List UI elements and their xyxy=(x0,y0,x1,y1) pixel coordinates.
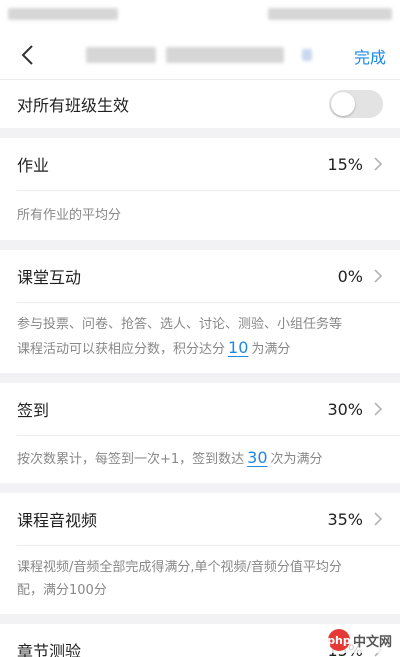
section-percent: 35% xyxy=(327,509,363,529)
section-media-header[interactable]: 课程音视频 35% xyxy=(0,493,400,545)
chevron-right-icon xyxy=(374,157,383,171)
section-checkin: 签到 30% 按次数累计，每签到一次+1，签到数达 30 次为满分 xyxy=(0,383,400,483)
back-button[interactable] xyxy=(12,40,42,70)
status-right-blurred xyxy=(268,8,392,20)
section-media: 课程音视频 35% 课程视频/音频全部完成得满分,单个视频/音频分值平均分 配，… xyxy=(0,493,400,614)
section-title: 章节测验 xyxy=(17,642,82,657)
section-title: 签到 xyxy=(17,401,50,420)
section-description: 所有作业的平均分 xyxy=(17,208,122,223)
watermark: php 中文网 xyxy=(323,627,396,653)
section-percent: 0% xyxy=(337,266,363,286)
php-logo-icon: php xyxy=(327,629,351,651)
chevron-left-icon xyxy=(21,45,33,65)
switch-knob xyxy=(331,92,355,116)
checkin-count-value[interactable]: 30 xyxy=(244,448,270,467)
max-points-value[interactable]: 10 xyxy=(225,338,251,357)
section-description: 课程视频/音频全部完成得满分,单个视频/音频分值平均分 配，满分100分 xyxy=(17,560,342,598)
section-percent: 15% xyxy=(327,154,363,174)
watermark-text: 中文网 xyxy=(352,634,392,650)
section-description: 按次数累计，每签到一次+1，签到数达 30 次为满分 xyxy=(17,448,323,467)
section-title: 课程音视频 xyxy=(17,511,98,530)
section-homework: 作业 15% 所有作业的平均分 xyxy=(0,138,400,240)
section-description: 参与投票、问卷、抢答、选人、讨论、测验、小组任务等 课程活动可以获相应分数，积分… xyxy=(17,317,343,357)
section-title: 课堂互动 xyxy=(17,268,82,287)
section-percent: 30% xyxy=(327,399,363,419)
done-button[interactable]: 完成 xyxy=(354,44,386,68)
apply-all-switch[interactable] xyxy=(329,90,383,118)
chevron-right-icon xyxy=(374,269,383,283)
status-bar xyxy=(0,0,400,28)
section-interaction: 课堂互动 0% 参与投票、问卷、抢答、选人、讨论、测验、小组任务等 课程活动可以… xyxy=(0,250,400,373)
nav-bar: 完成 xyxy=(0,28,400,80)
section-interaction-header[interactable]: 课堂互动 0% xyxy=(0,250,400,302)
section-homework-header[interactable]: 作业 15% xyxy=(0,138,400,190)
apply-all-label: 对所有班级生效 xyxy=(17,96,130,115)
chevron-right-icon xyxy=(374,402,383,416)
chevron-right-icon xyxy=(374,512,383,526)
section-checkin-header[interactable]: 签到 30% xyxy=(0,383,400,435)
apply-all-row: 对所有班级生效 xyxy=(0,80,400,128)
status-left-blurred xyxy=(8,8,118,20)
section-title: 作业 xyxy=(17,156,50,175)
